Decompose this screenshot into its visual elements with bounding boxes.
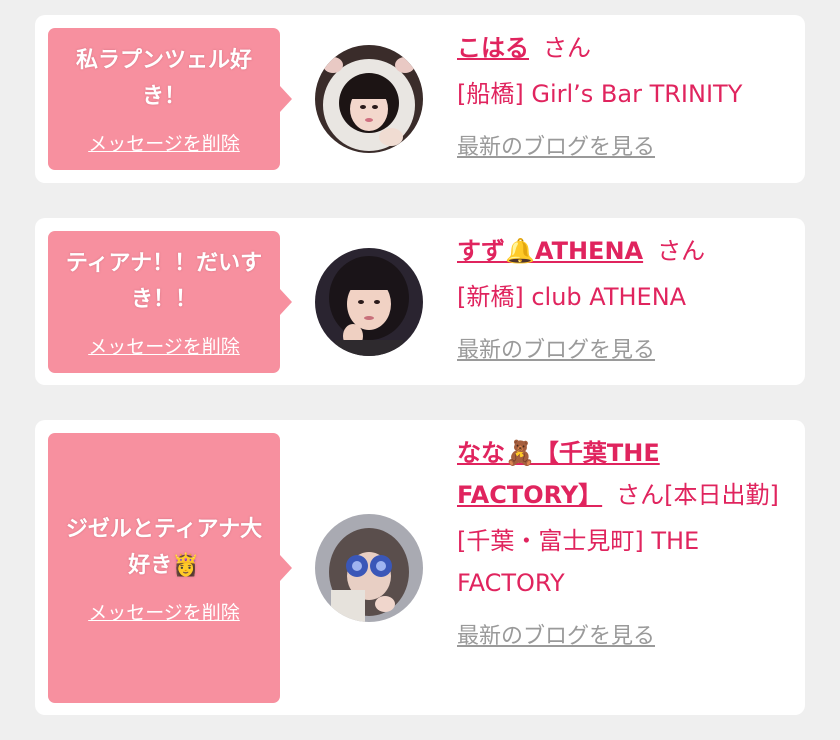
cast-info: なな🧸【千葉THE FACTORY】 さん[本日出勤] [千葉・富士見町] THE… xyxy=(457,432,797,650)
delete-message-link[interactable]: メッセージを削除 xyxy=(88,598,240,625)
avatar[interactable] xyxy=(315,45,423,153)
honorific: さん xyxy=(657,237,706,265)
shop-info: [船橋] Girl’s Bar TRINITY xyxy=(457,80,743,108)
cast-name-link[interactable]: すず🔔ATHENA xyxy=(457,237,643,265)
blog-link[interactable]: 最新のブログを見る xyxy=(457,129,655,161)
message-card: ティアナ！！だいすき！！ メッセージを削除 すず🔔ATHENA さん [新橋] c… xyxy=(35,218,805,385)
cast-info: こはる さん [船橋] Girl’s Bar TRINITY 最新のブログを見る xyxy=(457,27,797,161)
shop-info: [新橋] club ATHENA xyxy=(457,283,687,311)
cast-name-line: すず🔔ATHENA さん xyxy=(457,230,797,272)
message-bubble: ジゼルとティアナ大好き👸 メッセージを削除 xyxy=(48,433,292,703)
attendance-status: [本日出勤] xyxy=(664,481,779,509)
delete-message-link[interactable]: メッセージを削除 xyxy=(88,332,240,359)
delete-message-link[interactable]: メッセージを削除 xyxy=(88,129,240,156)
message-text: ジゼルとティアナ大好き👸 xyxy=(65,516,263,578)
message-card: ジゼルとティアナ大好き👸 メッセージを削除 なな🧸【千葉THE FACTORY】… xyxy=(35,420,805,715)
blog-link[interactable]: 最新のブログを見る xyxy=(457,332,655,364)
cast-name-line: なな🧸【千葉THE FACTORY】 さん[本日出勤] xyxy=(457,432,797,516)
honorific: さん xyxy=(616,481,665,509)
message-bubble: ティアナ！！だいすき！！ メッセージを削除 xyxy=(48,231,292,373)
honorific: さん xyxy=(543,34,591,62)
message-bubble: 私ラプンツェル好き！ メッセージを削除 xyxy=(48,28,292,170)
blog-link[interactable]: 最新のブログを見る xyxy=(457,618,655,650)
message-text: 私ラプンツェル好き！ xyxy=(75,47,252,109)
shop-info: [千葉・富士見町] THE FACTORY xyxy=(457,527,700,597)
cast-info: すず🔔ATHENA さん [新橋] club ATHENA 最新のブログを見る xyxy=(457,230,797,364)
message-card: 私ラプンツェル好き！ メッセージを削除 こはる さん [船橋] Girl’s Ba… xyxy=(35,15,805,183)
cast-name-link[interactable]: こはる xyxy=(457,34,529,62)
avatar[interactable] xyxy=(315,248,423,356)
message-text: ティアナ！！だいすき！！ xyxy=(65,250,263,312)
avatar[interactable] xyxy=(315,514,423,622)
cast-name-line: こはる さん xyxy=(457,27,797,69)
